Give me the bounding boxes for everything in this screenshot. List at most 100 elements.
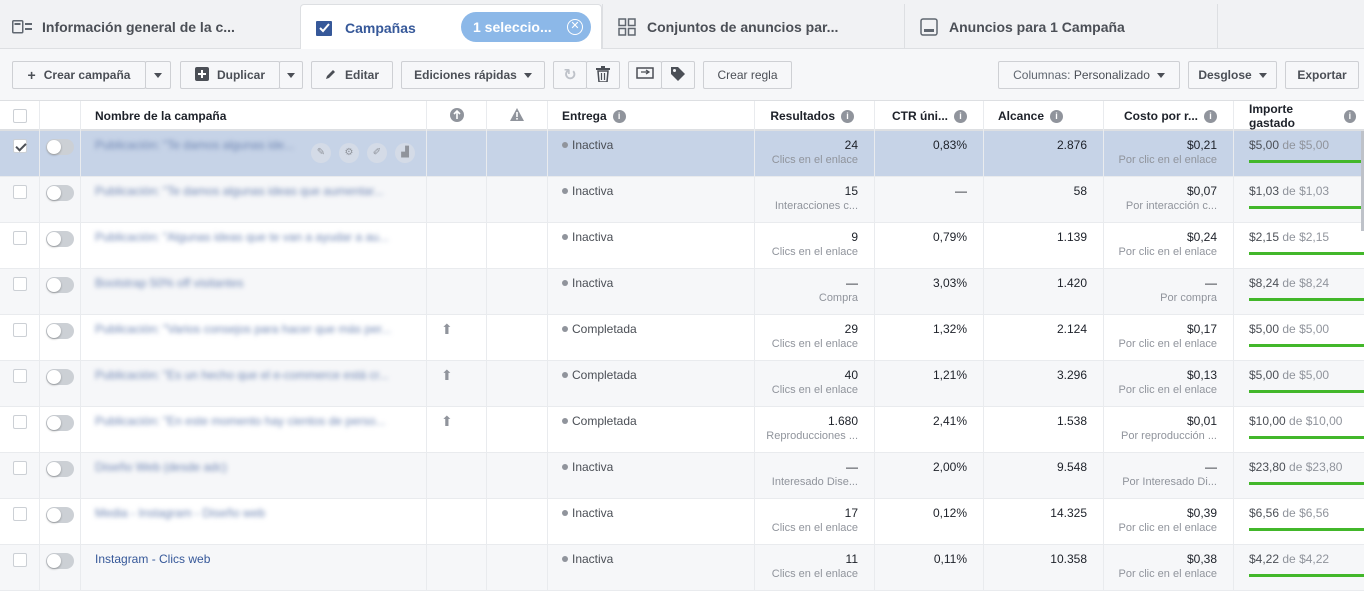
campaign-name-link[interactable]: Publicación: "Algunas ideas que te van a…	[95, 230, 389, 244]
breakdown-button[interactable]: Desglose	[1188, 61, 1277, 89]
pencil-icon[interactable]: ✎	[311, 143, 331, 163]
campaign-toggle[interactable]	[46, 185, 74, 201]
cost-type: Por reproducción ...	[1121, 430, 1217, 442]
edit-icon[interactable]: ✐	[367, 143, 387, 163]
info-icon[interactable]: i	[612, 109, 626, 123]
table-row[interactable]: Publicación: "Es un hecho que el e-comme…	[0, 361, 1364, 407]
row-checkbox[interactable]	[13, 139, 27, 153]
select-all-checkbox[interactable]	[12, 109, 27, 123]
create-dropdown-button[interactable]	[145, 61, 171, 89]
ctr-value: 1,21%	[932, 368, 967, 382]
header-ctr[interactable]: CTR úni... i	[875, 101, 984, 131]
tab-overview[interactable]: Información general de la c...	[0, 4, 300, 49]
tab-ads[interactable]: Anuncios para 1 Campaña	[904, 4, 1218, 49]
selection-pill[interactable]: 1 seleccio... ✕	[461, 12, 591, 42]
ab-test-button[interactable]	[628, 61, 662, 89]
delete-button[interactable]	[586, 61, 620, 89]
row-status-cell: ⬆	[427, 407, 487, 453]
status-dot-icon	[562, 510, 568, 516]
create-rule-button[interactable]: Crear regla	[703, 61, 792, 89]
edit-button[interactable]: Editar	[311, 61, 393, 89]
table-row[interactable]: Publicación: "Varios consejos para hacer…	[0, 315, 1364, 361]
row-checkbox[interactable]	[13, 369, 27, 383]
quick-edits-button[interactable]: Ediciones rápidas	[401, 61, 545, 89]
campaign-toggle[interactable]	[46, 231, 74, 247]
header-delivery[interactable]: Entrega i	[548, 101, 755, 131]
row-spent-cell: $4,22 de $4,22	[1234, 545, 1364, 591]
campaign-name-link[interactable]: Bootstrap 50% off visitantes	[95, 276, 244, 290]
row-toggle-cell	[40, 545, 81, 591]
campaign-name-link[interactable]: Media - Instagram - Diseño web	[95, 506, 265, 520]
export-button[interactable]: Exportar	[1285, 61, 1359, 89]
campaign-toggle[interactable]	[46, 139, 74, 155]
budget-amount: $10,00	[1305, 414, 1343, 428]
campaign-name-link[interactable]: Publicación: "Varios consejos para hacer…	[95, 322, 391, 336]
info-icon[interactable]: i	[1050, 109, 1064, 123]
row-checkbox[interactable]	[13, 507, 27, 521]
table-row[interactable]: Diseño Web (desde adc) Inactiva — Intere…	[0, 453, 1364, 499]
header-cost[interactable]: Costo por r... i	[1104, 101, 1234, 131]
campaign-name-link[interactable]: Publicación: "Te damos algunas ide...	[95, 138, 294, 152]
header-results[interactable]: Resultados i	[755, 101, 875, 131]
table-row[interactable]: Publicación: "Te damos algunas ideas que…	[0, 177, 1364, 223]
row-checkbox[interactable]	[13, 415, 27, 429]
info-icon[interactable]: i	[1343, 109, 1356, 123]
info-icon[interactable]: i	[841, 109, 854, 123]
row-results-cell: 17 Clics en el enlace	[755, 499, 875, 545]
campaign-name-link[interactable]: Instagram - Clics web	[95, 552, 210, 566]
table-row[interactable]: Instagram - Clics web Inactiva 11 Clics …	[0, 545, 1364, 591]
row-warning-cell	[487, 407, 548, 453]
table-row[interactable]: Publicación: "Algunas ideas que te van a…	[0, 223, 1364, 269]
close-icon[interactable]: ✕	[567, 19, 583, 35]
info-icon[interactable]: i	[954, 109, 967, 123]
arrow-up-icon: ⬆	[441, 367, 453, 383]
row-results-cell: 29 Clics en el enlace	[755, 315, 875, 361]
settings-icon[interactable]: ⚙	[339, 143, 359, 163]
campaign-toggle[interactable]	[46, 461, 74, 477]
tag-button[interactable]	[661, 61, 695, 89]
tab-adsets[interactable]: Conjuntos de anuncios par...	[602, 4, 904, 49]
duplicate-button[interactable]: Duplicar	[180, 61, 280, 89]
header-select-all[interactable]	[0, 101, 40, 131]
campaign-name-link[interactable]: Diseño Web (desde adc)	[95, 460, 227, 474]
cost-value: $0,01	[1186, 414, 1217, 428]
edit-label: Editar	[344, 68, 379, 82]
row-name-cell: Publicación: "En este momento hay ciento…	[81, 407, 427, 453]
columns-button[interactable]: Columnas: Personalizado	[998, 61, 1180, 89]
columns-value: Personalizado	[1073, 68, 1150, 82]
chart-icon[interactable]: ▟	[395, 143, 415, 163]
create-rule-label: Crear regla	[717, 68, 778, 82]
campaign-toggle[interactable]	[46, 323, 74, 339]
row-checkbox[interactable]	[13, 277, 27, 291]
campaign-toggle[interactable]	[46, 553, 74, 569]
campaign-toggle[interactable]	[46, 507, 74, 523]
header-name[interactable]: Nombre de la campaña	[81, 101, 427, 131]
row-checkbox[interactable]	[13, 461, 27, 475]
row-checkbox[interactable]	[13, 231, 27, 245]
row-spent-cell: $1,03 de $1,03	[1234, 177, 1364, 223]
table-row[interactable]: Publicación: "Te damos algunas ide... ✎ …	[0, 131, 1364, 177]
campaign-name-link[interactable]: Publicación: "Te damos algunas ideas que…	[95, 184, 383, 198]
row-status-cell	[427, 545, 487, 591]
undo-button[interactable]: ↻	[553, 61, 587, 89]
info-icon[interactable]: i	[1204, 109, 1217, 123]
header-status[interactable]	[427, 101, 487, 131]
row-warning-cell	[487, 269, 548, 315]
row-reach-cell: 1.139	[984, 223, 1104, 269]
header-reach[interactable]: Alcance i	[984, 101, 1104, 131]
table-row[interactable]: Media - Instagram - Diseño web Inactiva …	[0, 499, 1364, 545]
table-row[interactable]: Publicación: "En este momento hay ciento…	[0, 407, 1364, 453]
create-campaign-button[interactable]: + Crear campaña	[12, 61, 146, 89]
campaign-toggle[interactable]	[46, 277, 74, 293]
campaign-toggle[interactable]	[46, 369, 74, 385]
header-warnings[interactable]	[487, 101, 548, 131]
row-checkbox[interactable]	[13, 323, 27, 337]
row-checkbox[interactable]	[13, 185, 27, 199]
row-checkbox[interactable]	[13, 553, 27, 567]
table-row[interactable]: Bootstrap 50% off visitantes Inactiva — …	[0, 269, 1364, 315]
campaign-toggle[interactable]	[46, 415, 74, 431]
header-spent[interactable]: Importe gastado i	[1234, 101, 1364, 131]
campaign-name-link[interactable]: Publicación: "Es un hecho que el e-comme…	[95, 368, 389, 382]
campaign-name-link[interactable]: Publicación: "En este momento hay ciento…	[95, 414, 385, 428]
duplicate-dropdown-button[interactable]	[279, 61, 303, 89]
